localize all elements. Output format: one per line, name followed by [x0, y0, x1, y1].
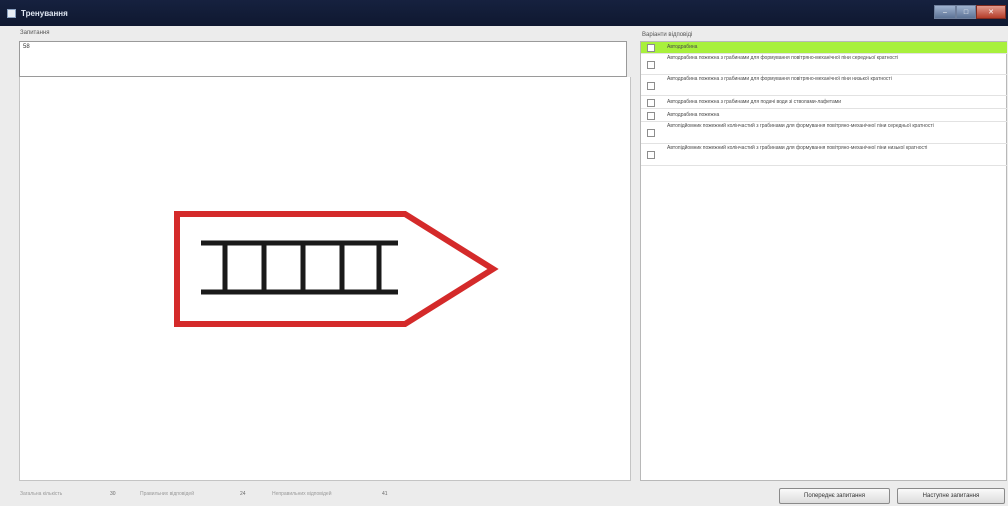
answer-option-3[interactable]: Автодрабина пожежна з грабинами для форм…: [641, 75, 1007, 96]
answer-option-1[interactable]: Автодрабина: [641, 42, 1007, 54]
answers-caption: Варіанти відповіді: [642, 32, 693, 38]
answer-option-4[interactable]: Автодрабина пожежна з грабинами для пода…: [641, 96, 1007, 109]
window-controls: – □ ✕: [934, 5, 1006, 19]
title-bar: Тренування – □ ✕: [0, 0, 1008, 26]
answer-checkbox[interactable]: [647, 112, 655, 120]
question-image-panel: [19, 77, 631, 481]
answer-option-2[interactable]: Автодрабина пожежна з грабинами для форм…: [641, 54, 1007, 75]
answer-label: Автодрабина: [667, 44, 698, 50]
question-text-box: 58: [19, 41, 627, 77]
answer-label: Автопідйомник пожежний колінчастий з гра…: [667, 123, 934, 129]
answer-label: Автодрабина пожежна: [667, 112, 720, 118]
answer-checkbox[interactable]: [647, 82, 655, 90]
wrong-label: Неправильних відповідей: [272, 491, 332, 497]
answer-checkbox[interactable]: [647, 99, 655, 107]
maximize-button[interactable]: □: [956, 5, 976, 19]
answer-checkbox[interactable]: [647, 44, 655, 52]
answer-option-5[interactable]: Автодрабина пожежна: [641, 109, 1007, 122]
next-question-button[interactable]: Наступне запитання: [897, 488, 1005, 504]
fire-ladder-sign-icon: [174, 211, 499, 327]
answer-label: Автодрабина пожежна з грабинами для форм…: [667, 76, 892, 82]
question-caption: Запитання: [20, 30, 50, 36]
answer-option-7[interactable]: Автопідйомник пожежний колінчастий з гра…: [641, 144, 1007, 166]
correct-value: 24: [240, 491, 246, 497]
answer-checkbox[interactable]: [647, 151, 655, 159]
question-number: 58: [23, 44, 30, 50]
answer-checkbox[interactable]: [647, 129, 655, 137]
total-label: Загальна кількість: [20, 491, 63, 497]
window-title: Тренування: [21, 8, 68, 18]
answer-option-6[interactable]: Автопідйомник пожежний колінчастий з гра…: [641, 122, 1007, 144]
minimize-button[interactable]: –: [934, 5, 956, 19]
total-value: 30: [110, 491, 116, 497]
answer-checkbox[interactable]: [647, 61, 655, 69]
correct-label: Правильних відповідей: [140, 491, 195, 497]
answer-label: Автодрабина пожежна з грабинами для пода…: [667, 99, 842, 105]
answers-list: Автодрабина Автодрабина пожежна з грабин…: [640, 41, 1007, 481]
wrong-value: 41: [382, 491, 388, 497]
app-icon: [7, 8, 16, 18]
answer-label: Автопідйомник пожежний колінчастий з гра…: [667, 145, 928, 151]
previous-question-button[interactable]: Попереднє запитання: [779, 488, 890, 504]
answer-label: Автодрабина пожежна з грабинами для форм…: [667, 55, 899, 61]
close-button[interactable]: ✕: [976, 5, 1006, 19]
